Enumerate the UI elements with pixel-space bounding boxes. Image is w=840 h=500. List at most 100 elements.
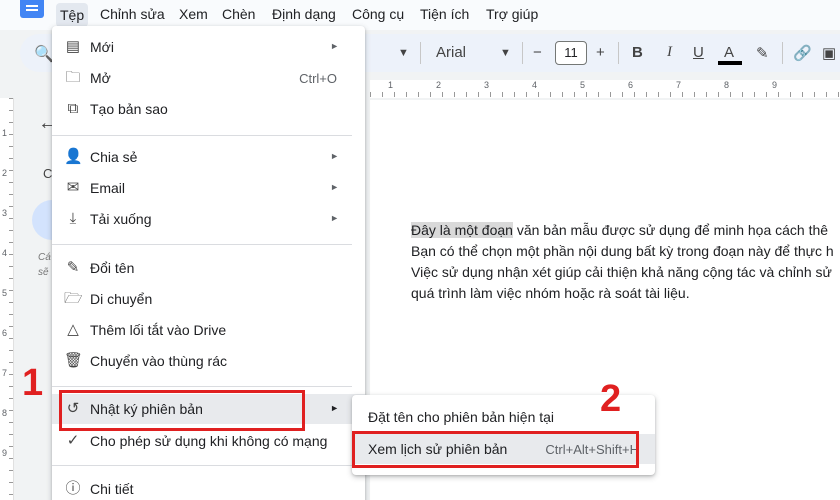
submenu-arrow-icon: ► bbox=[330, 403, 339, 413]
mail-icon: ✉ bbox=[66, 179, 80, 196]
toolbar-divider bbox=[420, 42, 421, 64]
ruler-number: 8 bbox=[724, 80, 730, 90]
ruler-number: 2 bbox=[436, 80, 442, 90]
text-color-swatch bbox=[718, 61, 742, 65]
menu-item-make-copy[interactable]: ⧉ Tạo bản sao bbox=[52, 94, 365, 124]
drive-shortcut-icon: △ bbox=[67, 321, 79, 338]
menu-item-label: Chia sẻ bbox=[90, 149, 138, 165]
add-person-icon: 👤 bbox=[64, 148, 83, 165]
menu-item-email[interactable]: ✉ Email ► bbox=[52, 173, 365, 203]
menu-divider bbox=[52, 465, 352, 466]
outline-heading: C bbox=[43, 166, 53, 181]
menu-item-label: Di chuyển bbox=[90, 291, 153, 307]
ruler-number: 3 bbox=[484, 80, 490, 90]
menu-item-open[interactable]: 🗀 Mở Ctrl+O bbox=[52, 63, 365, 93]
menu-file[interactable]: Tệp bbox=[56, 3, 89, 27]
vruler-number: 1 bbox=[2, 128, 8, 138]
menu-item-download[interactable]: ⤓ Tải xuống ► bbox=[52, 204, 365, 234]
menu-divider bbox=[52, 244, 352, 245]
ruler-number: 6 bbox=[628, 80, 634, 90]
document-paragraph[interactable]: Đây là một đoạn văn bản mẫu được sử dụng… bbox=[411, 220, 840, 304]
menu-tools[interactable]: Công cụ bbox=[352, 6, 404, 22]
pencil-icon: ✎ bbox=[66, 259, 80, 276]
ruler-number: 4 bbox=[532, 80, 538, 90]
menu-item-label: Email bbox=[90, 180, 126, 196]
callout-number-2: 2 bbox=[600, 378, 622, 420]
submenu-arrow-icon: ► bbox=[330, 182, 339, 192]
outline-hint: Cá sẽ bbox=[38, 252, 51, 278]
ruler-number: 9 bbox=[772, 80, 778, 90]
menu-item-label: Chuyển vào thùng rác bbox=[90, 353, 227, 369]
menu-divider bbox=[52, 386, 352, 387]
download-icon: ⤓ bbox=[69, 210, 77, 227]
vruler-number: 4 bbox=[2, 248, 8, 258]
copy-icon: ⧉ bbox=[67, 100, 79, 117]
menu-item-label: Tải xuống bbox=[90, 211, 152, 227]
menu-item-label: Mở bbox=[90, 70, 111, 86]
menu-item-move[interactable]: 🗁 Di chuyển bbox=[52, 284, 365, 314]
menu-extensions[interactable]: Tiện ích bbox=[420, 6, 469, 22]
toolbar-divider bbox=[782, 42, 783, 64]
menu-insert[interactable]: Chèn bbox=[222, 6, 255, 22]
menu-help[interactable]: Trợ giúp bbox=[486, 6, 538, 22]
trash-icon: 🗑 bbox=[64, 352, 84, 369]
menu-item-label: Cho phép sử dụng khi không có mạng bbox=[90, 433, 328, 449]
menu-item-details[interactable]: ⓘ Chi tiết bbox=[52, 474, 365, 500]
submenu-arrow-icon: ► bbox=[330, 213, 339, 223]
offline-check-icon: ✓ bbox=[66, 432, 80, 449]
menu-item-label: Mới bbox=[90, 39, 114, 55]
move-folder-icon: 🗁 bbox=[64, 290, 83, 307]
document-text: văn bản mẫu được sử dụng để minh họa các… bbox=[512, 222, 829, 238]
callout-box-1 bbox=[59, 390, 305, 431]
menu-item-label: Đổi tên bbox=[90, 260, 135, 276]
bold-button[interactable]: B bbox=[632, 44, 643, 61]
menu-item-rename[interactable]: ✎ Đổi tên bbox=[52, 253, 365, 283]
font-size-input[interactable]: 11 bbox=[555, 41, 587, 65]
ruler-number: 1 bbox=[388, 80, 394, 90]
vruler-number: 8 bbox=[2, 408, 8, 418]
vruler-number: 7 bbox=[2, 368, 8, 378]
document-icon: ▤ bbox=[65, 38, 81, 55]
submenu-arrow-icon: ► bbox=[330, 41, 339, 51]
decrease-font-size-button[interactable]: − bbox=[533, 44, 542, 61]
menu-view[interactable]: Xem bbox=[179, 6, 208, 22]
menu-item-add-shortcut[interactable]: △ Thêm lối tắt vào Drive bbox=[52, 315, 365, 345]
callout-number-1: 1 bbox=[22, 362, 44, 404]
document-text: Bạn có thể chọn một phần nội dung bất kỳ… bbox=[411, 243, 834, 259]
shortcut-label: Ctrl+O bbox=[299, 71, 337, 86]
italic-button[interactable]: I bbox=[667, 44, 672, 61]
style-dropdown-icon[interactable]: ▼ bbox=[398, 47, 409, 59]
document-text: quá trình làm việc nhóm hoặc rà soát tài… bbox=[411, 285, 690, 301]
ruler-number: 5 bbox=[580, 80, 586, 90]
callout-box-2 bbox=[352, 431, 639, 468]
increase-font-size-button[interactable]: + bbox=[596, 44, 605, 61]
toolbar-divider bbox=[522, 42, 523, 64]
menu-item-label: Thêm lối tắt vào Drive bbox=[90, 322, 227, 338]
search-menus-icon[interactable]: 🔍 bbox=[34, 44, 54, 64]
menu-item-trash[interactable]: 🗑 Chuyển vào thùng rác bbox=[52, 346, 365, 376]
underline-button[interactable]: U bbox=[693, 44, 704, 61]
menu-item-share[interactable]: 👤 Chia sẻ ► bbox=[52, 142, 365, 172]
selected-text[interactable]: Đây là một đoạn bbox=[411, 222, 513, 238]
menu-item-label: Chi tiết bbox=[90, 481, 134, 497]
text-color-button[interactable]: A bbox=[724, 44, 734, 61]
folder-icon: 🗀 bbox=[65, 69, 81, 86]
insert-comment-icon[interactable]: ▣ bbox=[822, 44, 836, 62]
vruler-number: 5 bbox=[2, 288, 8, 298]
insert-link-icon[interactable]: 🔗 bbox=[793, 44, 812, 62]
font-name-select[interactable]: Arial bbox=[436, 44, 466, 61]
highlight-pen-icon[interactable]: ✎ bbox=[756, 44, 769, 62]
document-text: Việc sử dụng nhận xét giúp cải thiện khả… bbox=[411, 264, 832, 280]
ruler-number: 7 bbox=[676, 80, 682, 90]
menu-format[interactable]: Định dạng bbox=[272, 6, 336, 22]
vruler-number: 2 bbox=[2, 168, 8, 178]
menu-edit[interactable]: Chỉnh sửa bbox=[100, 6, 165, 22]
vruler-number: 9 bbox=[2, 448, 8, 458]
font-dropdown-icon[interactable]: ▼ bbox=[500, 47, 511, 59]
menu-item-new[interactable]: ▤ Mới ► bbox=[52, 32, 365, 62]
docs-logo-icon[interactable] bbox=[20, 0, 44, 18]
menu-item-label: Tạo bản sao bbox=[90, 101, 168, 117]
vertical-ruler[interactable] bbox=[0, 98, 14, 500]
info-icon: ⓘ bbox=[65, 480, 81, 497]
vruler-number: 6 bbox=[2, 328, 8, 338]
